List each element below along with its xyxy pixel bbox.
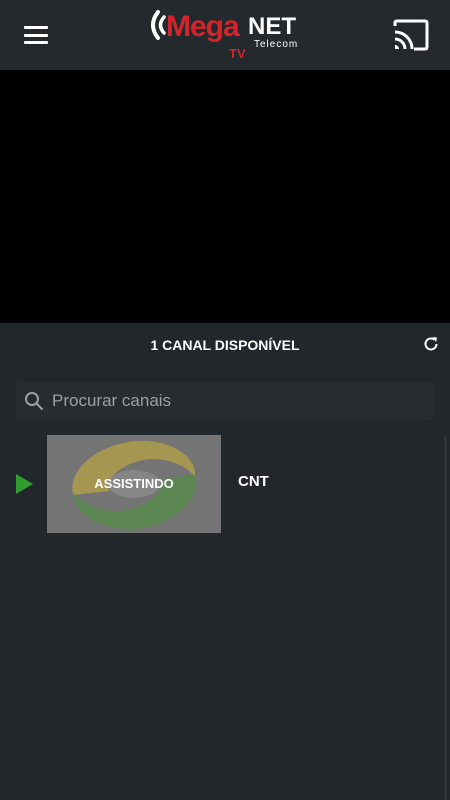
search-input[interactable]: [52, 382, 422, 420]
hamburger-menu-button[interactable]: [22, 24, 50, 46]
logo-text-telecom: Telecom: [254, 39, 299, 50]
channel-count-label: 1 CANAL DISPONÍVEL: [150, 337, 300, 353]
menu-line: [24, 41, 48, 44]
channel-list-scrollbar[interactable]: [444, 436, 447, 800]
channel-list-item[interactable]: ASSISTINDO CNT: [0, 435, 440, 533]
logo-text-net: NET: [248, 13, 296, 40]
menu-line: [24, 33, 48, 37]
video-player[interactable]: [0, 70, 450, 323]
refresh-icon: [424, 337, 438, 351]
logo-text-mega: Mega: [166, 10, 240, 43]
meganet-tv-logo: Mega NET Telecom TV: [144, 6, 304, 64]
search-icon: [25, 392, 43, 410]
refresh-button[interactable]: [422, 335, 440, 353]
signal-waves-icon: [151, 10, 166, 40]
logo-text-tv: TV: [229, 46, 246, 61]
top-app-bar: Mega NET Telecom TV: [0, 0, 450, 70]
menu-line: [24, 26, 48, 29]
channel-thumbnail[interactable]: ASSISTINDO: [47, 435, 221, 533]
cast-icon: [393, 19, 429, 51]
play-icon: [16, 474, 33, 494]
watching-label: ASSISTINDO: [94, 476, 174, 491]
cast-button[interactable]: [392, 18, 430, 52]
channel-list-header: 1 CANAL DISPONÍVEL: [0, 323, 450, 367]
channel-search-box: [16, 382, 434, 420]
channel-name: CNT: [238, 473, 269, 490]
